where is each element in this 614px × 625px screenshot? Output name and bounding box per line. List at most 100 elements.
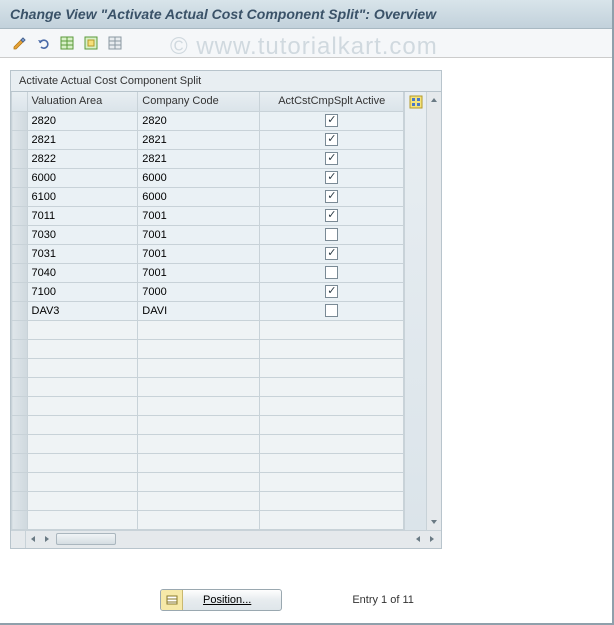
table-row[interactable]: 7031 7001 <box>12 244 404 263</box>
cell-active[interactable] <box>260 301 404 320</box>
hscroll2-left-button[interactable] <box>411 532 425 546</box>
cell-active[interactable] <box>260 244 404 263</box>
cell-valuation-area[interactable]: 7040 <box>27 263 138 282</box>
row-selector[interactable] <box>12 453 28 472</box>
horizontal-scrollbar <box>11 530 441 548</box>
row-selector[interactable] <box>12 491 28 510</box>
cell-active[interactable] <box>260 168 404 187</box>
cell-active[interactable] <box>260 187 404 206</box>
toolbar-change-button[interactable] <box>8 33 30 53</box>
checkbox[interactable] <box>325 247 338 260</box>
row-selector[interactable] <box>12 415 28 434</box>
scroll-down-button[interactable] <box>427 514 441 530</box>
row-selector[interactable] <box>12 358 28 377</box>
hscroll-left-button[interactable] <box>26 532 40 546</box>
hscroll2-right-button[interactable] <box>425 532 439 546</box>
table-row[interactable]: 7011 7001 <box>12 206 404 225</box>
row-selector[interactable] <box>12 396 28 415</box>
cell-active[interactable] <box>260 130 404 149</box>
checkbox[interactable] <box>325 171 338 184</box>
cell-company-code[interactable]: 6000 <box>138 187 260 206</box>
row-selector[interactable] <box>12 320 28 339</box>
checkbox[interactable] <box>325 152 338 165</box>
row-selector[interactable] <box>12 206 28 225</box>
row-selector[interactable] <box>12 510 28 529</box>
row-selector[interactable] <box>12 434 28 453</box>
col-header-company-code[interactable]: Company Code <box>138 92 260 111</box>
cell-company-code[interactable]: DAVI <box>138 301 260 320</box>
col-header-active[interactable]: ActCstCmpSplt Active <box>260 92 404 111</box>
cell-company-code[interactable]: 6000 <box>138 168 260 187</box>
toolbar-select-all-button[interactable] <box>56 33 78 53</box>
cell-valuation-area[interactable]: 2822 <box>27 149 138 168</box>
checkbox[interactable] <box>325 266 338 279</box>
cell-valuation-area[interactable]: 6000 <box>27 168 138 187</box>
row-selector[interactable] <box>12 149 28 168</box>
toolbar-deselect-button[interactable] <box>104 33 126 53</box>
cell-company-code[interactable]: 7001 <box>138 206 260 225</box>
table-row[interactable]: 2820 2820 <box>12 111 404 130</box>
undo-icon <box>36 36 50 50</box>
checkbox[interactable] <box>325 228 338 241</box>
cell-valuation-area[interactable]: 7031 <box>27 244 138 263</box>
checkbox[interactable] <box>325 190 338 203</box>
cell-company-code[interactable]: 7001 <box>138 225 260 244</box>
cell-valuation-area[interactable]: DAV3 <box>27 301 138 320</box>
row-selector[interactable] <box>12 263 28 282</box>
configure-column[interactable] <box>404 92 426 530</box>
scroll-up-button[interactable] <box>427 92 441 108</box>
table-row[interactable]: 6100 6000 <box>12 187 404 206</box>
cell-company-code[interactable]: 2820 <box>138 111 260 130</box>
checkbox[interactable] <box>325 209 338 222</box>
col-header-valuation-area[interactable]: Valuation Area <box>27 92 138 111</box>
cell-valuation-area[interactable]: 7030 <box>27 225 138 244</box>
row-selector[interactable] <box>12 472 28 491</box>
table-row[interactable]: 6000 6000 <box>12 168 404 187</box>
cell-valuation-area[interactable]: 6100 <box>27 187 138 206</box>
table-row[interactable]: DAV3 DAVI <box>12 301 404 320</box>
table-row[interactable]: 2822 2821 <box>12 149 404 168</box>
cell-active[interactable] <box>260 263 404 282</box>
table-row-empty <box>12 339 404 358</box>
cell-company-code[interactable]: 7000 <box>138 282 260 301</box>
cell-active[interactable] <box>260 149 404 168</box>
cell-active[interactable] <box>260 111 404 130</box>
toolbar-save-button[interactable] <box>80 33 102 53</box>
checkbox[interactable] <box>325 285 338 298</box>
table-green-icon <box>60 36 74 50</box>
cell-active[interactable] <box>260 206 404 225</box>
row-selector[interactable] <box>12 187 28 206</box>
hscroll-thumb[interactable] <box>56 533 116 545</box>
cell-company-code[interactable]: 7001 <box>138 244 260 263</box>
cell-valuation-area[interactable]: 7100 <box>27 282 138 301</box>
page-title: Change View "Activate Actual Cost Compon… <box>0 0 614 29</box>
row-selector[interactable] <box>12 111 28 130</box>
cell-company-code[interactable]: 2821 <box>138 130 260 149</box>
row-selector[interactable] <box>12 225 28 244</box>
vertical-scrollbar[interactable] <box>426 92 441 530</box>
cell-active[interactable] <box>260 225 404 244</box>
checkbox[interactable] <box>325 304 338 317</box>
hscroll-right-button[interactable] <box>40 532 54 546</box>
row-selector[interactable] <box>12 339 28 358</box>
cell-valuation-area[interactable]: 7011 <box>27 206 138 225</box>
table-row[interactable]: 7100 7000 <box>12 282 404 301</box>
cell-valuation-area[interactable]: 2821 <box>27 130 138 149</box>
table-row[interactable]: 2821 2821 <box>12 130 404 149</box>
position-button[interactable]: Position... <box>160 589 282 611</box>
row-selector[interactable] <box>12 130 28 149</box>
row-selector[interactable] <box>12 168 28 187</box>
table-row[interactable]: 7040 7001 <box>12 263 404 282</box>
row-selector[interactable] <box>12 282 28 301</box>
row-selector[interactable] <box>12 377 28 396</box>
checkbox[interactable] <box>325 133 338 146</box>
row-selector[interactable] <box>12 244 28 263</box>
cell-company-code[interactable]: 2821 <box>138 149 260 168</box>
toolbar-undo-button[interactable] <box>32 33 54 53</box>
cell-valuation-area[interactable]: 2820 <box>27 111 138 130</box>
cell-company-code[interactable]: 7001 <box>138 263 260 282</box>
cell-active[interactable] <box>260 282 404 301</box>
checkbox[interactable] <box>325 114 338 127</box>
row-selector[interactable] <box>12 301 28 320</box>
table-row[interactable]: 7030 7001 <box>12 225 404 244</box>
